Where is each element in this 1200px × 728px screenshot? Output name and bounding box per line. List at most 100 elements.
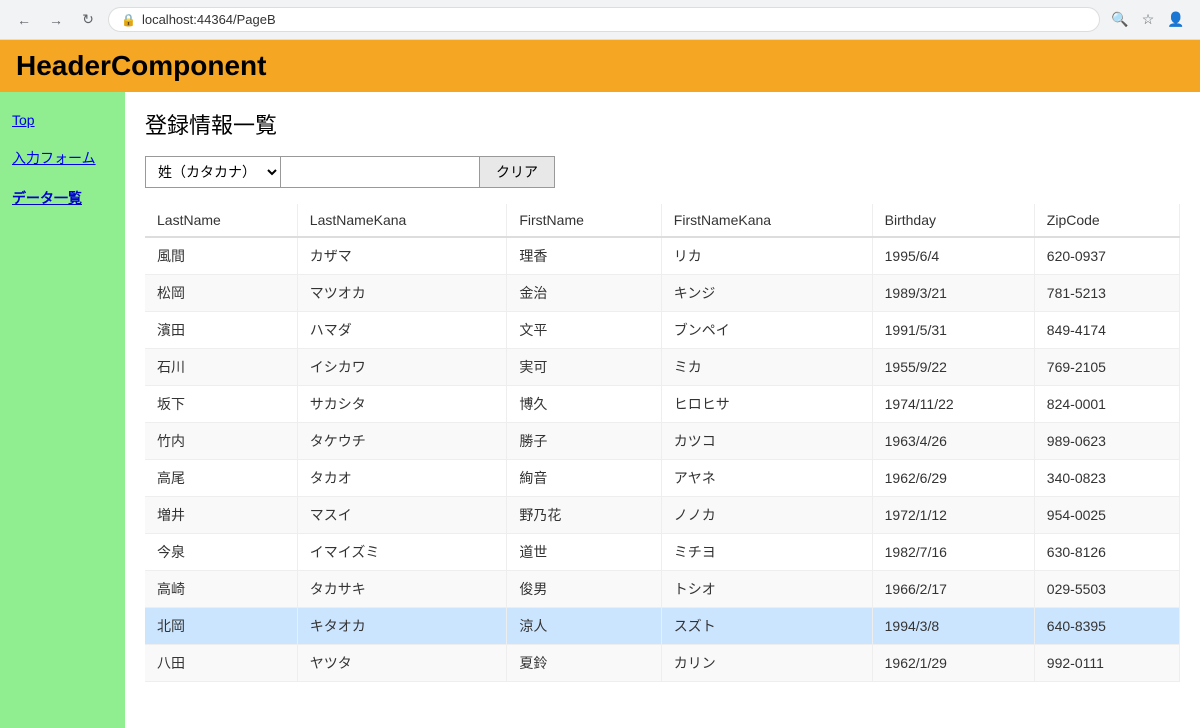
cell-zipcode: 849-4174 [1034, 312, 1179, 349]
cell-birthday: 1982/7/16 [872, 534, 1034, 571]
bookmark-button[interactable]: ☆ [1136, 8, 1160, 32]
cell-firstname: 理香 [507, 237, 661, 275]
cell-firstname: 野乃花 [507, 497, 661, 534]
cell-firstnamekana: ヒロヒサ [661, 386, 872, 423]
cell-lastname: 竹内 [145, 423, 297, 460]
header-title: HeaderComponent [16, 50, 266, 81]
cell-firstnamekana: トシオ [661, 571, 872, 608]
sidebar: Top 入力フォーム データ一覧 [0, 92, 125, 728]
cell-firstnamekana: ミチヨ [661, 534, 872, 571]
cell-firstnamekana: リカ [661, 237, 872, 275]
cell-lastname: 石川 [145, 349, 297, 386]
cell-firstname: 絢音 [507, 460, 661, 497]
table-row[interactable]: 増井マスイ野乃花ノノカ1972/1/12954-0025 [145, 497, 1180, 534]
cell-zipcode: 640-8395 [1034, 608, 1179, 645]
cell-birthday: 1989/3/21 [872, 275, 1034, 312]
filter-area: 姓（カタカナ） 名（カタカナ） 生年月日 郵便番号 クリア [145, 156, 1180, 188]
cell-zipcode: 954-0025 [1034, 497, 1179, 534]
sidebar-item-data[interactable]: データ一覧 [0, 180, 125, 216]
cell-firstname: 涼人 [507, 608, 661, 645]
cell-firstname: 俊男 [507, 571, 661, 608]
cell-zipcode: 989-0623 [1034, 423, 1179, 460]
cell-lastname: 坂下 [145, 386, 297, 423]
table-row[interactable]: 高尾タカオ絢音アヤネ1962/6/29340-0823 [145, 460, 1180, 497]
cell-lastnamekana: ヤツタ [297, 645, 507, 682]
cell-lastnamekana: カザマ [297, 237, 507, 275]
table-body: 風間カザマ理香リカ1995/6/4620-0937松岡マツオカ金治キンジ1989… [145, 237, 1180, 682]
col-zipcode: ZipCode [1034, 204, 1179, 237]
cell-lastname: 風間 [145, 237, 297, 275]
cell-zipcode: 340-0823 [1034, 460, 1179, 497]
cell-firstnamekana: ノノカ [661, 497, 872, 534]
cell-birthday: 1994/3/8 [872, 608, 1034, 645]
filter-input[interactable] [280, 156, 480, 188]
cell-lastnamekana: サカシタ [297, 386, 507, 423]
cell-lastnamekana: タカオ [297, 460, 507, 497]
cell-firstnamekana: カツコ [661, 423, 872, 460]
cell-lastnamekana: イシカワ [297, 349, 507, 386]
cell-lastname: 増井 [145, 497, 297, 534]
table-row[interactable]: 竹内タケウチ勝子カツコ1963/4/26989-0623 [145, 423, 1180, 460]
cell-firstname: 実可 [507, 349, 661, 386]
cell-lastname: 濱田 [145, 312, 297, 349]
cell-lastnamekana: キタオカ [297, 608, 507, 645]
cell-lastnamekana: ハマダ [297, 312, 507, 349]
back-button[interactable]: ← [12, 8, 36, 32]
cell-zipcode: 824-0001 [1034, 386, 1179, 423]
profile-button[interactable]: 👤 [1164, 8, 1188, 32]
clear-button[interactable]: クリア [480, 156, 555, 188]
filter-select[interactable]: 姓（カタカナ） 名（カタカナ） 生年月日 郵便番号 [145, 156, 280, 188]
cell-zipcode: 781-5213 [1034, 275, 1179, 312]
cell-birthday: 1991/5/31 [872, 312, 1034, 349]
table-row[interactable]: 石川イシカワ実可ミカ1955/9/22769-2105 [145, 349, 1180, 386]
browser-chrome: ← → ↻ 🔒 localhost:44364/PageB 🔍 ☆ 👤 [0, 0, 1200, 40]
col-firstname: FirstName [507, 204, 661, 237]
table-header: LastName LastNameKana FirstName FirstNam… [145, 204, 1180, 237]
cell-firstnamekana: カリン [661, 645, 872, 682]
cell-lastnamekana: タケウチ [297, 423, 507, 460]
table-row[interactable]: 高崎タカサキ俊男トシオ1966/2/17029-5503 [145, 571, 1180, 608]
cell-zipcode: 029-5503 [1034, 571, 1179, 608]
cell-lastname: 高尾 [145, 460, 297, 497]
cell-zipcode: 620-0937 [1034, 237, 1179, 275]
cell-firstname: 勝子 [507, 423, 661, 460]
cell-birthday: 1974/11/22 [872, 386, 1034, 423]
cell-firstname: 道世 [507, 534, 661, 571]
cell-zipcode: 992-0111 [1034, 645, 1179, 682]
cell-firstnamekana: スズト [661, 608, 872, 645]
table-row[interactable]: 風間カザマ理香リカ1995/6/4620-0937 [145, 237, 1180, 275]
cell-birthday: 1963/4/26 [872, 423, 1034, 460]
cell-lastnamekana: マスイ [297, 497, 507, 534]
cell-lastname: 高崎 [145, 571, 297, 608]
table-row[interactable]: 八田ヤツタ夏鈴カリン1962/1/29992-0111 [145, 645, 1180, 682]
cell-firstname: 夏鈴 [507, 645, 661, 682]
table-row[interactable]: 今泉イマイズミ道世ミチヨ1982/7/16630-8126 [145, 534, 1180, 571]
cell-birthday: 1966/2/17 [872, 571, 1034, 608]
cell-lastname: 北岡 [145, 608, 297, 645]
cell-lastname: 今泉 [145, 534, 297, 571]
cell-firstname: 博久 [507, 386, 661, 423]
forward-button[interactable]: → [44, 8, 68, 32]
cell-firstname: 文平 [507, 312, 661, 349]
col-firstnamekana: FirstNameKana [661, 204, 872, 237]
table-row[interactable]: 北岡キタオカ涼人スズト1994/3/8640-8395 [145, 608, 1180, 645]
cell-firstnamekana: ブンペイ [661, 312, 872, 349]
col-lastname: LastName [145, 204, 297, 237]
cell-firstnamekana: ミカ [661, 349, 872, 386]
cell-lastnamekana: マツオカ [297, 275, 507, 312]
sidebar-item-top[interactable]: Top [0, 104, 125, 136]
app-header: HeaderComponent [0, 40, 1200, 92]
cell-birthday: 1995/6/4 [872, 237, 1034, 275]
table-row[interactable]: 坂下サカシタ博久ヒロヒサ1974/11/22824-0001 [145, 386, 1180, 423]
zoom-button[interactable]: 🔍 [1108, 8, 1132, 32]
address-bar[interactable]: 🔒 localhost:44364/PageB [108, 7, 1100, 32]
lock-icon: 🔒 [121, 13, 136, 27]
reload-button[interactable]: ↻ [76, 8, 100, 32]
cell-birthday: 1962/6/29 [872, 460, 1034, 497]
col-lastnamekana: LastNameKana [297, 204, 507, 237]
col-birthday: Birthday [872, 204, 1034, 237]
sidebar-item-form[interactable]: 入力フォーム [0, 140, 125, 176]
app-body: Top 入力フォーム データ一覧 登録情報一覧 姓（カタカナ） 名（カタカナ） … [0, 92, 1200, 728]
table-row[interactable]: 松岡マツオカ金治キンジ1989/3/21781-5213 [145, 275, 1180, 312]
table-row[interactable]: 濱田ハマダ文平ブンペイ1991/5/31849-4174 [145, 312, 1180, 349]
